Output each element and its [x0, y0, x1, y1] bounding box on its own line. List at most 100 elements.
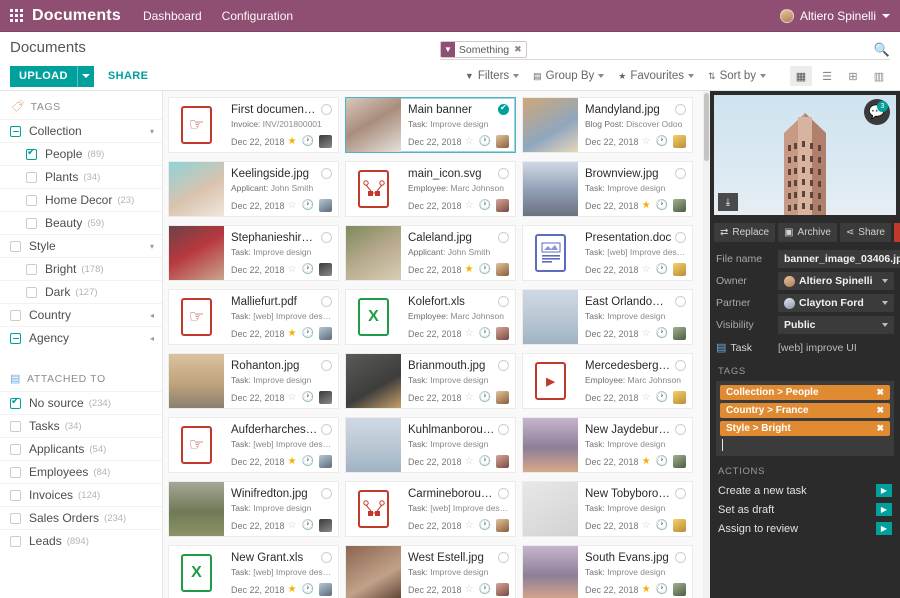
sort-by-dropdown[interactable]: ⇅Sort by: [708, 70, 766, 82]
share-record-button[interactable]: ⋖Share: [840, 223, 891, 242]
scrollbar-thumb[interactable]: [704, 93, 709, 161]
clock-icon[interactable]: 🕐: [302, 200, 314, 211]
apps-menu-icon[interactable]: [0, 9, 32, 22]
card-select-toggle[interactable]: [321, 104, 332, 115]
document-card[interactable]: Main bannerTask: Improve designDec 22, 2…: [345, 97, 516, 153]
document-card[interactable]: Stephanieshire.jpgTask: Improve designDe…: [168, 225, 339, 281]
clock-icon[interactable]: 🕐: [656, 456, 668, 467]
star-icon[interactable]: ★: [642, 584, 651, 595]
clock-icon[interactable]: 🕐: [656, 328, 668, 339]
document-card[interactable]: Winifredton.jpgTask: Improve designDec 2…: [168, 481, 339, 537]
star-icon[interactable]: ☆: [288, 200, 297, 211]
field-value[interactable]: banner_image_03406.jpg: [778, 250, 900, 268]
upload-dropdown-button[interactable]: [77, 66, 94, 87]
sidebar-tag-item[interactable]: Agency◂: [0, 326, 162, 349]
sidebar-attached-item[interactable]: No source(234): [0, 391, 162, 414]
sidebar-tag-item[interactable]: Country◂: [0, 303, 162, 326]
sidebar-attached-item[interactable]: Applicants(54): [0, 437, 162, 460]
document-card[interactable]: New Jaydebury.jpgTask: Improve designDec…: [522, 417, 693, 473]
document-card[interactable]: ▶Mercedesberg.mp4Employee: Marc JohnsonD…: [522, 353, 693, 409]
star-icon[interactable]: ☆: [465, 520, 474, 531]
star-icon[interactable]: ☆: [288, 264, 297, 275]
clock-icon[interactable]: 🕐: [656, 136, 668, 147]
sidebar-attached-item[interactable]: Invoices(124): [0, 483, 162, 506]
tags-input-box[interactable]: Collection > People✖Country > France✖Sty…: [716, 381, 894, 456]
star-icon[interactable]: ★: [288, 456, 297, 467]
card-select-toggle[interactable]: [321, 424, 332, 435]
checkbox[interactable]: [10, 490, 21, 501]
menu-item-configuration[interactable]: Configuration: [222, 9, 293, 23]
document-card[interactable]: Carmineborough.svgTask: [web] Improve de…: [345, 481, 516, 537]
star-icon[interactable]: ☆: [642, 264, 651, 275]
card-select-toggle[interactable]: [321, 168, 332, 179]
document-card[interactable]: West Estell.jpgTask: Improve designDec 2…: [345, 545, 516, 598]
chevron-down-icon[interactable]: [882, 301, 888, 305]
card-select-toggle[interactable]: [321, 360, 332, 371]
clock-icon[interactable]: 🕐: [479, 520, 491, 531]
star-icon[interactable]: ☆: [465, 136, 474, 147]
star-icon[interactable]: ☆: [642, 520, 651, 531]
card-select-toggle[interactable]: [321, 296, 332, 307]
sidebar-tag-item[interactable]: Beauty(59): [0, 211, 162, 234]
sidebar-tag-item[interactable]: Style▾: [0, 234, 162, 257]
action-row[interactable]: Create a new task▶: [710, 481, 900, 500]
tag-chip[interactable]: Collection > People✖: [720, 385, 890, 400]
checkbox[interactable]: [10, 444, 21, 455]
tag-chip[interactable]: Country > France✖: [720, 403, 890, 418]
run-action-icon[interactable]: ▶: [876, 503, 892, 516]
document-card[interactable]: New Tobyborough.jpgTask: Improve designD…: [522, 481, 693, 537]
list-view-button[interactable]: ☰: [816, 66, 838, 86]
clock-icon[interactable]: 🕐: [302, 392, 314, 403]
menu-item-dashboard[interactable]: Dashboard: [143, 9, 202, 23]
checkbox[interactable]: [10, 126, 21, 137]
card-select-toggle[interactable]: [675, 488, 686, 499]
chevron-down-icon[interactable]: [882, 323, 888, 327]
checkbox[interactable]: [10, 333, 21, 344]
field-value[interactable]: Altiero Spinelli: [778, 272, 894, 290]
document-preview[interactable]: 💬 3 ⤓: [714, 95, 896, 215]
filters-dropdown[interactable]: ▼Filters: [465, 70, 519, 82]
run-action-icon[interactable]: ▶: [876, 522, 892, 535]
card-select-toggle[interactable]: [675, 552, 686, 563]
card-select-toggle[interactable]: [675, 296, 686, 307]
document-card[interactable]: East Orlandomouth.jpgTask: Improve desig…: [522, 289, 693, 345]
clock-icon[interactable]: 🕐: [656, 520, 668, 531]
clock-icon[interactable]: 🕐: [479, 200, 491, 211]
star-icon[interactable]: ☆: [642, 136, 651, 147]
field-value[interactable]: Public: [778, 316, 894, 334]
card-select-toggle[interactable]: [675, 232, 686, 243]
card-select-toggle[interactable]: [675, 104, 686, 115]
document-card[interactable]: Mandyland.jpgBlog Post: Discover OdooDec…: [522, 97, 693, 153]
sidebar-attached-item[interactable]: Sales Orders(234): [0, 506, 162, 529]
star-icon[interactable]: ☆: [642, 328, 651, 339]
document-card[interactable]: Keelingside.jpgApplicant: John SmithDec …: [168, 161, 339, 217]
grid-scrollbar[interactable]: [703, 91, 710, 598]
kanban-view-button[interactable]: ▦: [790, 66, 812, 86]
clock-icon[interactable]: 🕐: [479, 392, 491, 403]
document-card[interactable]: XKolefort.xlsEmployee: Marc JohnsonDec 2…: [345, 289, 516, 345]
sidebar-attached-item[interactable]: Tasks(34): [0, 414, 162, 437]
sidebar-tag-item[interactable]: Bright(178): [0, 257, 162, 280]
card-select-toggle[interactable]: [498, 424, 509, 435]
document-card[interactable]: main_icon.svgEmployee: Marc JohnsonDec 2…: [345, 161, 516, 217]
chevron-icon[interactable]: ▾: [150, 127, 154, 136]
document-card[interactable]: South Evans.jpgTask: Improve designDec 2…: [522, 545, 693, 598]
clock-icon[interactable]: 🕐: [656, 392, 668, 403]
search-icon[interactable]: 🔍: [874, 42, 890, 58]
checkbox[interactable]: [10, 467, 21, 478]
star-icon[interactable]: ☆: [465, 200, 474, 211]
card-select-toggle[interactable]: [675, 360, 686, 371]
checkbox[interactable]: [26, 195, 37, 206]
clock-icon[interactable]: 🕐: [302, 456, 314, 467]
checkbox[interactable]: [10, 513, 21, 524]
card-select-toggle[interactable]: [321, 232, 332, 243]
card-select-toggle[interactable]: [321, 488, 332, 499]
archive-button[interactable]: ▣Archive: [778, 223, 837, 242]
star-icon[interactable]: ☆: [288, 520, 297, 531]
search-facet[interactable]: ▼ Something ✖: [440, 41, 527, 58]
card-select-toggle[interactable]: [498, 360, 509, 371]
task-field-row[interactable]: ▤ Task [web] improve UI: [710, 336, 900, 356]
upload-button[interactable]: UPLOAD: [10, 66, 77, 87]
document-card[interactable]: Brownview.jpgTask: Improve designDec 22,…: [522, 161, 693, 217]
clock-icon[interactable]: 🕐: [656, 264, 668, 275]
